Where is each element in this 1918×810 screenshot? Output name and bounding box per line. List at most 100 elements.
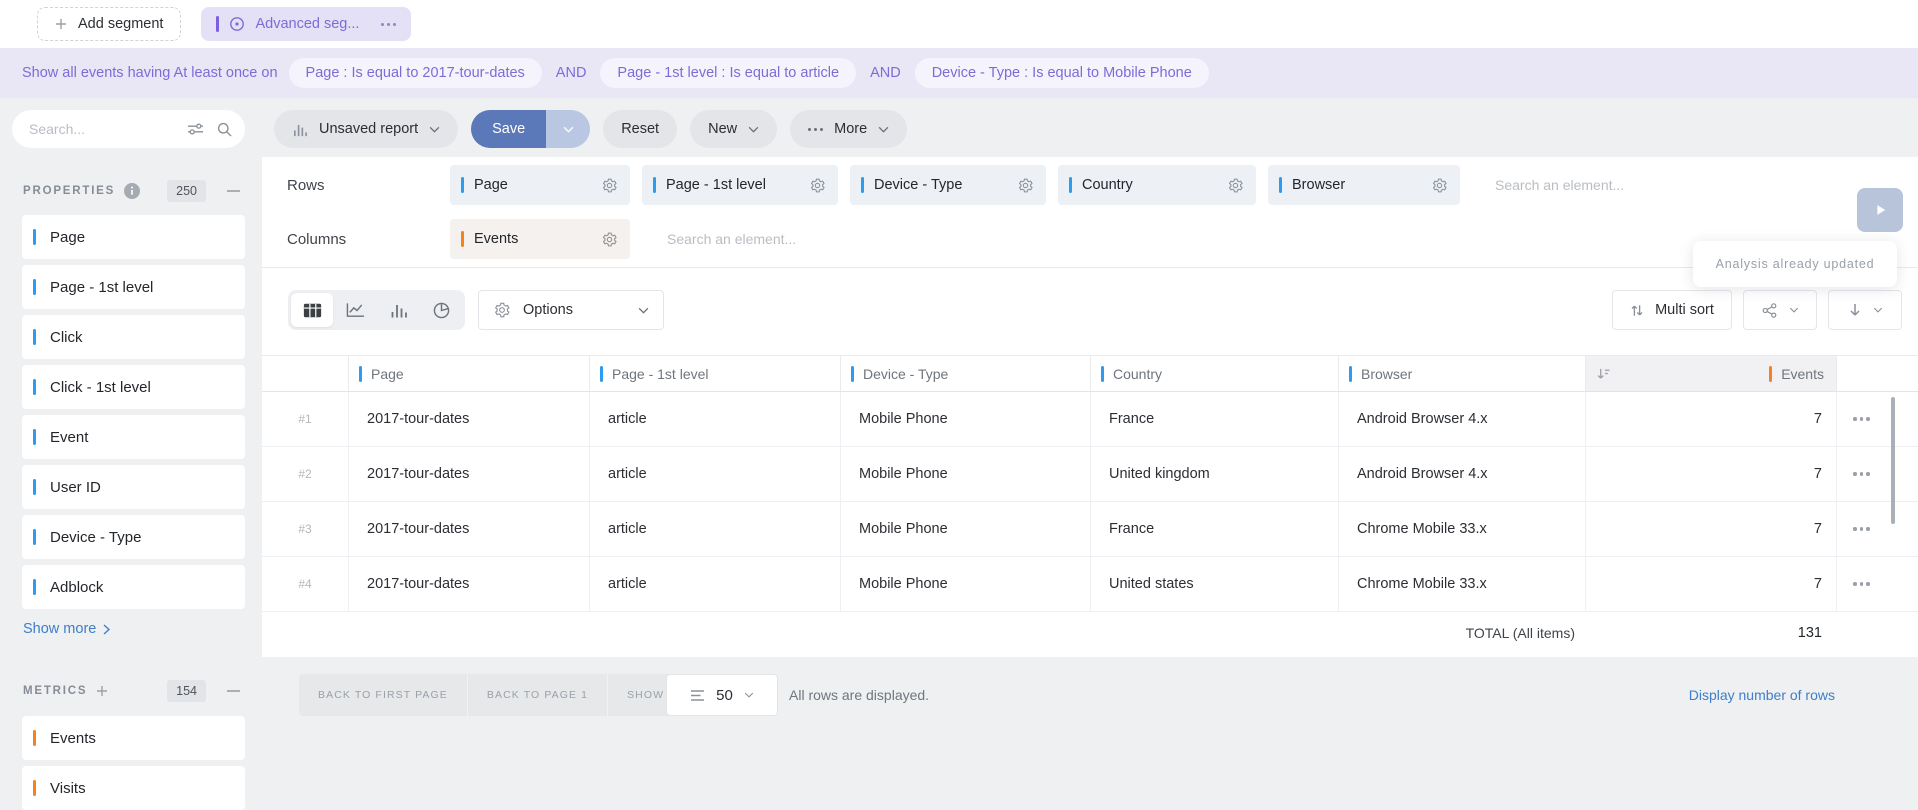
metric-item-visits[interactable]: Visits	[22, 766, 245, 810]
property-item-click-1st-level[interactable]: Click - 1st level	[22, 365, 245, 409]
row-actions-button[interactable]	[1836, 502, 1918, 556]
cell-page-level: article	[589, 447, 840, 501]
row-chip-device-type[interactable]: Device - Type	[850, 165, 1046, 205]
dimension-color-bar	[851, 366, 854, 382]
more-label: More	[834, 121, 867, 137]
dimension-color-bar	[861, 177, 864, 193]
share-button[interactable]	[1743, 290, 1817, 330]
property-item-adblock[interactable]: Adblock	[22, 565, 245, 609]
property-color-bar	[33, 429, 36, 445]
sidebar-search-input[interactable]	[29, 121, 187, 137]
gear-icon[interactable]	[1431, 177, 1448, 194]
bar-chart-view-button[interactable]	[377, 293, 419, 327]
row-actions-button[interactable]	[1836, 447, 1918, 501]
columns-search-input[interactable]	[642, 231, 1847, 247]
pagination-bar: BACK TO FIRST PAGE BACK TO PAGE 1 SHOW P…	[262, 674, 1918, 716]
filter-sliders-icon[interactable]	[187, 122, 204, 136]
save-button[interactable]: Save	[471, 110, 546, 148]
row-chip-country[interactable]: Country	[1058, 165, 1256, 205]
report-panel: Rows Page Page - 1st level Device - Type	[262, 157, 1918, 657]
dimension-color-bar	[461, 177, 464, 193]
reset-button[interactable]: Reset	[603, 110, 677, 148]
back-to-first-page-button[interactable]: BACK TO FIRST PAGE	[299, 674, 467, 716]
target-icon	[229, 16, 245, 32]
column-chip-events[interactable]: Events	[450, 219, 630, 259]
row-chip-page[interactable]: Page	[450, 165, 630, 205]
properties-count-badge: 250	[167, 180, 206, 202]
sort-descending-icon[interactable]	[1596, 367, 1611, 380]
more-actions-button[interactable]: More	[790, 110, 907, 148]
cell-page: 2017-tour-dates	[348, 447, 589, 501]
rows-search-input[interactable]	[1472, 177, 1847, 193]
property-item-device-type[interactable]: Device - Type	[22, 515, 245, 559]
property-item-page-1st-level[interactable]: Page - 1st level	[22, 265, 245, 309]
row-actions-button[interactable]	[1836, 557, 1918, 611]
filter-condition-page-level[interactable]: Page - 1st level : Is equal to article	[600, 58, 856, 88]
back-to-page-1-button[interactable]: BACK TO PAGE 1	[467, 674, 607, 716]
save-options-button[interactable]	[546, 110, 590, 148]
info-icon[interactable]	[124, 183, 140, 199]
run-analysis-button[interactable]	[1857, 188, 1903, 232]
display-number-of-rows-link[interactable]: Display number of rows	[1689, 674, 1835, 716]
table-scrollbar[interactable]	[1891, 397, 1895, 524]
advanced-segment-pill[interactable]: Advanced seg...	[201, 7, 411, 41]
column-header-browser[interactable]: Browser	[1338, 356, 1585, 391]
sidebar-search[interactable]	[12, 110, 245, 148]
property-item-user-id[interactable]: User ID	[22, 465, 245, 509]
metric-color-bar	[461, 231, 464, 247]
chip-label: Events	[474, 231, 518, 247]
row-index: #2	[262, 447, 348, 501]
line-chart-view-button[interactable]	[334, 293, 376, 327]
cell-events: 7	[1585, 392, 1836, 446]
multi-sort-label: Multi sort	[1655, 302, 1714, 318]
new-report-button[interactable]: New	[690, 110, 777, 148]
property-item-page[interactable]: Page	[22, 215, 245, 259]
cell-browser: Android Browser 4.x	[1338, 447, 1585, 501]
report-selector-button[interactable]: Unsaved report	[274, 110, 458, 148]
chevron-down-icon	[744, 692, 754, 698]
filter-condition-device[interactable]: Device - Type : Is equal to Mobile Phone	[915, 58, 1209, 88]
download-button[interactable]	[1828, 290, 1902, 330]
plus-icon	[55, 18, 67, 30]
row-chip-browser[interactable]: Browser	[1268, 165, 1460, 205]
column-header-events[interactable]: Events	[1585, 356, 1836, 391]
collapse-properties-icon[interactable]	[227, 190, 240, 192]
gear-icon[interactable]	[601, 177, 618, 194]
column-header-device-type[interactable]: Device - Type	[840, 356, 1090, 391]
gear-icon[interactable]	[1227, 177, 1244, 194]
row-actions-button[interactable]	[1836, 392, 1918, 446]
table-view-button[interactable]	[291, 293, 333, 327]
advanced-segment-label: Advanced seg...	[255, 16, 359, 32]
search-icon[interactable]	[217, 122, 232, 137]
segment-more-icon[interactable]	[381, 23, 396, 26]
cell-browser: Android Browser 4.x	[1338, 392, 1585, 446]
column-header-country[interactable]: Country	[1090, 356, 1338, 391]
gear-icon[interactable]	[1017, 177, 1034, 194]
property-item-click[interactable]: Click	[22, 315, 245, 359]
property-item-event[interactable]: Event	[22, 415, 245, 459]
filter-condition-page[interactable]: Page : Is equal to 2017-tour-dates	[289, 58, 542, 88]
table-row: #3 2017-tour-dates article Mobile Phone …	[262, 502, 1918, 557]
metric-item-events[interactable]: Events	[22, 716, 245, 760]
analysis-status-tooltip: Analysis already updated	[1693, 241, 1897, 287]
add-metric-icon[interactable]	[96, 685, 108, 697]
chevron-down-icon	[748, 126, 759, 133]
column-header-page[interactable]: Page	[348, 356, 589, 391]
multi-sort-button[interactable]: Multi sort	[1612, 290, 1732, 330]
ellipsis-icon	[1853, 582, 1870, 586]
column-header-page-level[interactable]: Page - 1st level	[589, 356, 840, 391]
dimension-color-bar	[653, 177, 656, 193]
columns-builder: Columns Events	[262, 219, 1847, 259]
property-label: Click	[50, 329, 83, 346]
gear-icon[interactable]	[809, 177, 826, 194]
row-chip-page-1st-level[interactable]: Page - 1st level	[642, 165, 838, 205]
gear-icon[interactable]	[601, 231, 618, 248]
options-button[interactable]: Options	[478, 290, 664, 330]
save-label: Save	[492, 121, 525, 137]
show-more-link[interactable]: Show more	[23, 621, 110, 637]
table-row: #1 2017-tour-dates article Mobile Phone …	[262, 392, 1918, 447]
page-size-selector[interactable]: 50	[666, 674, 778, 716]
add-segment-button[interactable]: Add segment	[37, 7, 181, 41]
collapse-metrics-icon[interactable]	[227, 690, 240, 692]
pie-chart-view-button[interactable]	[420, 293, 462, 327]
